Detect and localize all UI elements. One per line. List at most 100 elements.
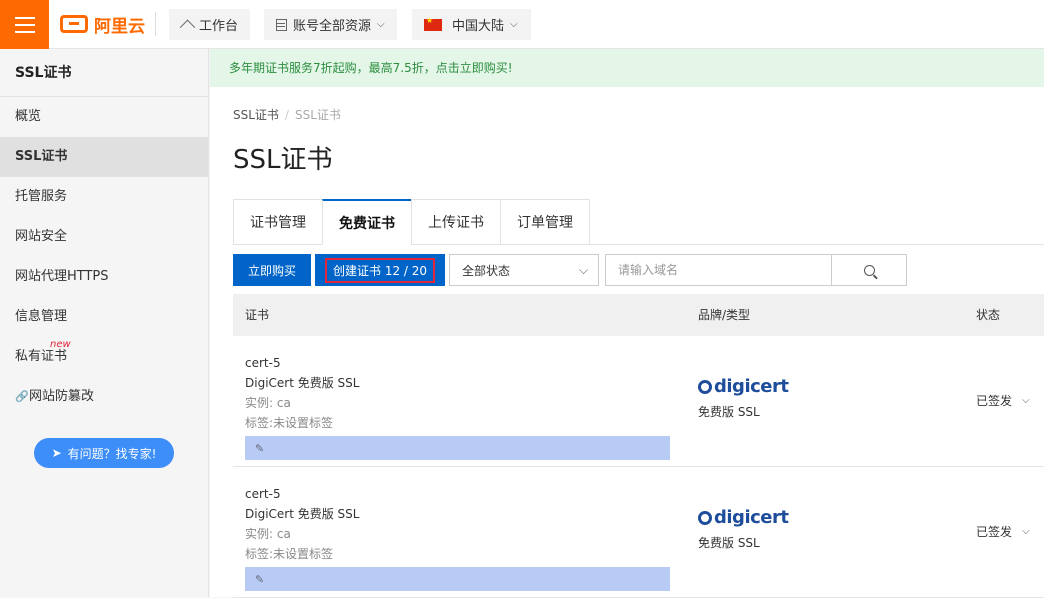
breadcrumb-item[interactable]: SSL证书 [233,108,279,122]
brand-cell: digicert 免费版 SSL [698,507,789,551]
sidebar-item-hosting[interactable]: 托管服务 [0,177,208,217]
digicert-logo-icon [698,379,712,394]
cert-table: 证书 品牌/类型 状态 cert-5 DigiCert 免费版 SSL 实例: … [233,294,1044,598]
brand-cell: digicert 免费版 SSL [698,376,789,420]
sidebar: SSL证书 概览 SSL证书 托管服务 网站安全 网站代理HTTPS 信息管理 … [0,49,209,597]
logo-text: 阿里云 [94,16,145,37]
brand-type: 免费版 SSL [698,536,760,550]
sidebar-item-info-management[interactable]: 信息管理 [0,297,208,337]
home-icon [181,19,193,30]
resource-label: 账号全部资源 [293,19,372,34]
brand-name: digicert [714,507,789,528]
toolbar: 立即购买 创建证书 12 / 20 全部状态 ⌵ [233,254,908,286]
sidebar-title: SSL证书 [0,49,208,97]
domain-search [605,254,908,286]
digicert-logo: digicert [698,376,789,397]
aliyun-logo-icon [60,15,88,33]
column-header-status: 状态 [976,308,1001,322]
status-label: 已签发 [976,394,1013,408]
resource-selector[interactable]: 账号全部资源 ⌵ [264,9,397,40]
divider [155,12,156,36]
status-cell[interactable]: 已签发 ⌵ [976,523,1030,540]
sidebar-item-label: 信息管理 [15,309,68,324]
link-icon: 🔗 [15,390,29,403]
search-icon [863,264,875,276]
breadcrumb-separator: / [284,108,289,122]
brand-name: digicert [714,376,789,397]
tab-upload-cert[interactable]: 上传证书 [411,199,500,245]
cert-tag: 标签:未设置标签 [245,416,334,430]
column-header-brand: 品牌/类型 [698,308,751,322]
status-cell[interactable]: 已签发 ⌵ [976,392,1030,409]
sidebar-item-ssl-cert[interactable]: SSL证书 [0,137,208,177]
server-icon [276,18,287,31]
cert-instance: 实例: ca [245,527,291,541]
region-selector[interactable]: 中国大陆 ⌵ [412,9,531,40]
top-bar: 阿里云 工作台 账号全部资源 ⌵ 中国大陆 ⌵ [0,0,1044,49]
tab-free-cert[interactable]: 免费证书 [322,199,411,245]
sidebar-item-site-security[interactable]: 网站安全 [0,217,208,257]
edit-icon: ✎ [255,572,265,586]
chevron-down-icon: ⌵ [1022,395,1030,406]
tab-cert-management[interactable]: 证书管理 [233,199,322,245]
edit-tag-bar[interactable]: ✎ [245,567,670,591]
cert-type: DigiCert 免费版 SSL [245,376,360,390]
edit-icon: ✎ [255,441,265,455]
tab-order-management[interactable]: 订单管理 [500,199,590,245]
sidebar-item-label: SSL证书 [15,149,68,164]
main-content: 多年期证书服务7折起购，最高7.5折，点击立即购买! SSL证书 / SSL证书 S… [210,49,1044,598]
chevron-down-icon: ⌵ [578,262,589,277]
sidebar-item-overview[interactable]: 概览 [0,97,208,137]
edit-tag-bar[interactable]: ✎ [245,436,670,460]
digicert-logo: digicert [698,507,789,528]
breadcrumb-current: SSL证书 [294,108,341,122]
chevron-down-icon: ⌵ [1022,526,1030,537]
table-row: cert-5 DigiCert 免费版 SSL 实例: ca 标签:未设置标签 … [233,467,1044,598]
cert-instance: 实例: ca [245,396,291,410]
sidebar-item-label: 网站防篡改 [29,389,95,404]
sidebar-item-label: 概览 [15,109,42,124]
promo-banner[interactable]: 多年期证书服务7折起购，最高7.5折，点击立即购买! [210,49,1044,87]
aliyun-logo[interactable]: 阿里云 [60,13,145,37]
sidebar-item-label: 托管服务 [15,189,68,204]
cert-type: DigiCert 免费版 SSL [245,507,360,521]
sidebar-item-proxy-https[interactable]: 网站代理HTTPS [0,257,208,297]
create-cert-button[interactable]: 创建证书 12 / 20 [315,254,446,286]
sidebar-item-private-cert[interactable]: 私有证书 new [0,337,208,377]
status-select[interactable]: 全部状态 ⌵ [449,254,600,286]
sidebar-item-label: 网站代理HTTPS [15,269,109,284]
table-header: 证书 品牌/类型 状态 [233,294,1044,336]
domain-search-input[interactable] [605,254,832,286]
cert-name[interactable]: cert-5 [245,353,670,373]
menu-icon[interactable] [0,0,49,49]
sidebar-item-label: 网站安全 [15,229,68,244]
help-button-label: 有问题？找专家! [67,446,157,461]
chevron-down-icon: ⌵ [377,19,385,30]
status-label: 已签发 [976,525,1013,539]
table-row: cert-5 DigiCert 免费版 SSL 实例: ca 标签:未设置标签 … [233,336,1044,467]
pointer-icon: ➤ [51,446,62,460]
breadcrumb: SSL证书 / SSL证书 [233,106,341,123]
tab-underline [590,244,1044,245]
new-badge: new [50,339,71,350]
create-cert-label: 创建证书 12 / 20 [325,257,436,283]
buy-now-button[interactable]: 立即购买 [233,254,312,286]
ask-expert-button[interactable]: ➤ 有问题？找专家! [34,438,174,468]
workbench-label: 工作台 [199,19,239,34]
workbench-button[interactable]: 工作台 [169,9,251,40]
cert-tag: 标签:未设置标签 [245,547,334,561]
cert-cell: cert-5 DigiCert 免费版 SSL 实例: ca 标签:未设置标签 … [245,353,670,460]
page-title: SSL证书 [233,145,333,175]
status-select-value: 全部状态 [462,263,511,278]
cert-name[interactable]: cert-5 [245,484,670,504]
brand-type: 免费版 SSL [698,405,760,419]
region-label: 中国大陆 [452,19,505,34]
china-flag-icon [424,16,442,31]
tab-bar: 证书管理 免费证书 上传证书 订单管理 [233,199,590,245]
column-header-cert: 证书 [245,308,270,322]
chevron-down-icon: ⌵ [510,19,518,30]
search-button[interactable] [831,254,908,286]
cert-cell: cert-5 DigiCert 免费版 SSL 实例: ca 标签:未设置标签 … [245,484,670,591]
sidebar-item-anti-tamper[interactable]: 🔗网站防篡改 [0,377,208,417]
digicert-logo-icon [698,510,712,525]
